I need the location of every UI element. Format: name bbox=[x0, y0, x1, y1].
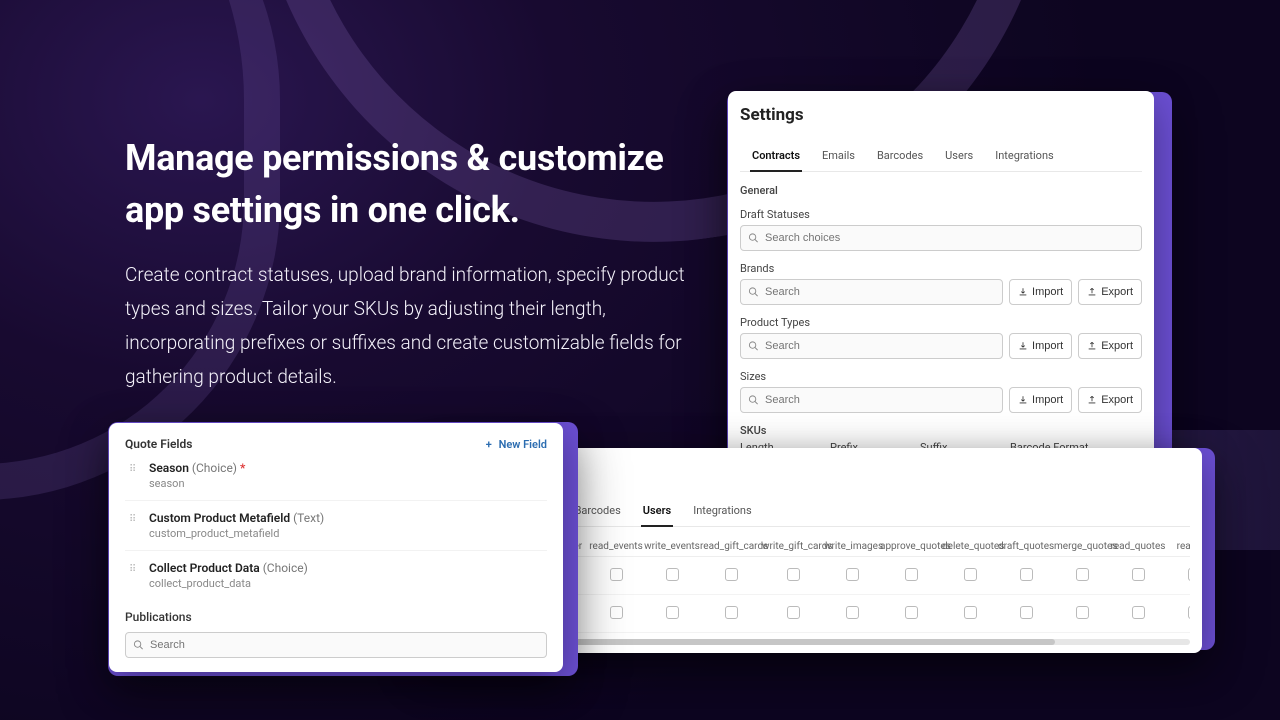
permission-checkbox[interactable] bbox=[1188, 606, 1191, 619]
draft-search-wrap bbox=[740, 225, 1142, 251]
permission-checkbox[interactable] bbox=[666, 568, 679, 581]
permission-checkbox[interactable] bbox=[846, 606, 859, 619]
publications-label: Publications bbox=[125, 610, 547, 624]
permission-checkbox[interactable] bbox=[1076, 606, 1089, 619]
ptypes-import-button[interactable]: Import bbox=[1009, 333, 1072, 359]
general-label: General bbox=[740, 184, 1142, 197]
field-title: Collect Product Data (Choice) bbox=[149, 561, 308, 575]
permission-checkbox[interactable] bbox=[1132, 606, 1145, 619]
draft-statuses-input[interactable] bbox=[740, 225, 1142, 251]
permission-checkbox[interactable] bbox=[905, 606, 918, 619]
upload-icon bbox=[1087, 341, 1097, 351]
publications-search-input[interactable] bbox=[125, 632, 547, 658]
permission-checkbox[interactable] bbox=[787, 568, 800, 581]
sizes-export-button[interactable]: Export bbox=[1078, 387, 1142, 413]
hero-heading: Manage permissions & customize app setti… bbox=[125, 132, 685, 236]
download-icon bbox=[1018, 341, 1028, 351]
col-delete-quotes: delete_quotes bbox=[942, 541, 998, 552]
tab-integrations[interactable]: Integrations bbox=[993, 141, 1055, 171]
ptypes-export-button[interactable]: Export bbox=[1078, 333, 1142, 359]
drag-handle-icon[interactable]: ⠿ bbox=[129, 464, 139, 475]
quote-field-item[interactable]: ⠿ Season (Choice) * season bbox=[125, 451, 547, 501]
col-draft-quotes: draft_quotes bbox=[998, 541, 1054, 552]
field-slug: season bbox=[149, 477, 245, 490]
permission-checkbox[interactable] bbox=[846, 568, 859, 581]
permission-checkbox[interactable] bbox=[610, 606, 623, 619]
permission-checkbox[interactable] bbox=[725, 606, 738, 619]
field-slug: custom_product_metafield bbox=[149, 527, 324, 540]
upload-icon bbox=[1087, 395, 1097, 405]
contracts-title: Settings bbox=[740, 105, 1142, 125]
product-types-label: Product Types bbox=[740, 316, 1142, 329]
permission-checkbox[interactable] bbox=[1020, 606, 1033, 619]
tab-barcodes[interactable]: Barcodes bbox=[573, 496, 623, 526]
search-icon bbox=[133, 640, 144, 651]
col-write-events: write_events bbox=[644, 541, 700, 552]
col-write-images: write_images bbox=[824, 541, 880, 552]
permission-checkbox[interactable] bbox=[666, 606, 679, 619]
search-icon bbox=[748, 341, 759, 352]
drag-handle-icon[interactable]: ⠿ bbox=[129, 514, 139, 525]
sizes-search-input[interactable] bbox=[740, 387, 1003, 413]
search-icon bbox=[748, 287, 759, 298]
brands-export-button[interactable]: Export bbox=[1078, 279, 1142, 305]
col-read-se: read_se bbox=[1166, 541, 1190, 552]
tab-integrations[interactable]: Integrations bbox=[691, 496, 753, 526]
permission-checkbox[interactable] bbox=[1188, 568, 1191, 581]
tab-users[interactable]: Users bbox=[641, 496, 673, 527]
download-icon bbox=[1018, 287, 1028, 297]
sizes-import-button[interactable]: Import bbox=[1009, 387, 1072, 413]
new-field-button[interactable]: + New Field bbox=[486, 438, 547, 451]
field-title: Custom Product Metafield (Text) bbox=[149, 511, 324, 525]
permission-checkbox[interactable] bbox=[787, 606, 800, 619]
drag-handle-icon[interactable]: ⠿ bbox=[129, 564, 139, 575]
col-read-events: read_events bbox=[588, 541, 644, 552]
permission-checkbox[interactable] bbox=[1076, 568, 1089, 581]
ptypes-search-input[interactable] bbox=[740, 333, 1003, 359]
quote-field-item[interactable]: ⠿ Custom Product Metafield (Text) custom… bbox=[125, 501, 547, 551]
field-title: Season (Choice) * bbox=[149, 461, 245, 475]
permission-checkbox[interactable] bbox=[725, 568, 738, 581]
col-read-quotes: read_quotes bbox=[1110, 541, 1166, 552]
permission-checkbox[interactable] bbox=[1020, 568, 1033, 581]
tab-emails[interactable]: Emails bbox=[820, 141, 857, 171]
field-slug: collect_product_data bbox=[149, 577, 308, 590]
col-merge-quotes: merge_quotes bbox=[1054, 541, 1110, 552]
permission-checkbox[interactable] bbox=[610, 568, 623, 581]
upload-icon bbox=[1087, 287, 1097, 297]
sizes-label: Sizes bbox=[740, 370, 1142, 383]
download-icon bbox=[1018, 395, 1028, 405]
permission-checkbox[interactable] bbox=[1132, 568, 1145, 581]
tab-barcodes[interactable]: Barcodes bbox=[875, 141, 925, 171]
quote-field-item[interactable]: ⠿ Collect Product Data (Choice) collect_… bbox=[125, 551, 547, 600]
search-icon bbox=[748, 395, 759, 406]
tab-contracts[interactable]: Contracts bbox=[750, 141, 802, 172]
hero-copy: Manage permissions & customize app setti… bbox=[125, 132, 685, 394]
col-read-gift-cards: read_gift_cards bbox=[700, 541, 762, 552]
brands-import-button[interactable]: Import bbox=[1009, 279, 1072, 305]
col-approve-quotes: approve_quotes bbox=[880, 541, 942, 552]
permission-checkbox[interactable] bbox=[964, 606, 977, 619]
quote-fields-panel: Quote Fields + New Field ⠿ Season (Choic… bbox=[109, 423, 563, 672]
contracts-tabs: Contracts Emails Barcodes Users Integrat… bbox=[740, 141, 1142, 172]
search-icon bbox=[748, 233, 759, 244]
permission-checkbox[interactable] bbox=[905, 568, 918, 581]
brands-label: Brands bbox=[740, 262, 1142, 275]
tab-users[interactable]: Users bbox=[943, 141, 975, 171]
hero-body: Create contract statuses, upload brand i… bbox=[125, 258, 685, 393]
brands-search-input[interactable] bbox=[740, 279, 1003, 305]
col-write-gift-cards: write_gift_cards bbox=[762, 541, 824, 552]
draft-statuses-label: Draft Statuses bbox=[740, 208, 1142, 221]
skus-label: SKUs bbox=[740, 424, 1142, 437]
permission-checkbox[interactable] bbox=[964, 568, 977, 581]
quote-fields-heading: Quote Fields bbox=[125, 437, 192, 451]
